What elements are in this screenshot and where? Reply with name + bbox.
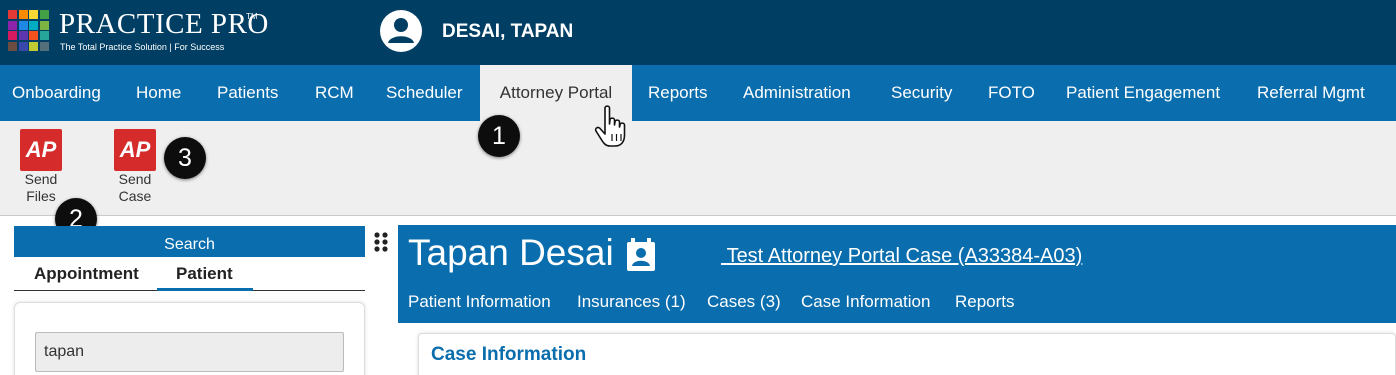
nav-item-home[interactable]: Home [124, 65, 193, 121]
logo-tile [39, 31, 49, 40]
main-nav: Onboarding Home Patients RCM Scheduler A… [0, 65, 1396, 121]
logo-tile [18, 41, 28, 51]
logo-tagline: The Total Practice Solution | For Succes… [60, 42, 225, 52]
module-toolbar: AP Send Files AP Send Case [0, 121, 1396, 216]
logo-tile [39, 20, 49, 30]
tab-patient[interactable]: Patient [176, 262, 233, 290]
logo-tile [39, 41, 49, 51]
drag-handle-icon[interactable] [371, 227, 391, 257]
logo-tile [18, 31, 28, 40]
logo-tile [8, 41, 17, 51]
logo-tile [8, 31, 17, 40]
nav-item-security[interactable]: Security [879, 65, 964, 121]
practice-pro-logo[interactable]: PRACTICE PRO TM The Total Practice Solut… [8, 8, 268, 58]
callout-badge-1: 1 [478, 115, 520, 157]
active-tab-indicator [157, 288, 253, 291]
user-avatar-icon[interactable] [380, 10, 422, 52]
tab-reports[interactable]: Reports [955, 292, 1015, 312]
attorney-portal-icon: AP [114, 129, 156, 171]
logo-trademark: TM [246, 12, 258, 21]
logo-tile [39, 10, 49, 19]
tab-patient-information[interactable]: Patient Information [408, 292, 551, 312]
search-panel-header[interactable]: Search [14, 226, 365, 257]
nav-item-rcm[interactable]: RCM [303, 65, 366, 121]
send-case-label-line2: Case [118, 188, 152, 204]
case-information-title: Case Information [431, 344, 587, 365]
nav-item-administration[interactable]: Administration [731, 65, 863, 121]
logo-tile [29, 41, 38, 51]
send-case-label-line1: Send [118, 171, 152, 187]
nav-item-patients[interactable]: Patients [205, 65, 290, 121]
send-case-button[interactable]: AP Send Case [105, 129, 165, 205]
nav-item-foto[interactable]: FOTO [976, 65, 1047, 121]
logo-mosaic-icon [8, 10, 52, 52]
nav-item-referral-mgmt[interactable]: Referral Mgmt [1245, 65, 1377, 121]
logo-tile [18, 10, 28, 19]
nav-item-reports[interactable]: Reports [636, 65, 720, 121]
logo-title: PRACTICE PRO [59, 8, 269, 40]
logo-tile [29, 20, 38, 30]
logo-tile [18, 20, 28, 30]
case-link[interactable]: Test Attorney Portal Case (A33384-A03) [721, 245, 1083, 268]
patient-search-input[interactable] [35, 332, 344, 372]
attorney-portal-icon: AP [20, 129, 62, 171]
tab-appointment[interactable]: Appointment [34, 262, 139, 290]
send-files-button[interactable]: AP Send Files [11, 129, 71, 205]
nav-item-onboarding[interactable]: Onboarding [0, 65, 113, 121]
logo-tile [8, 20, 17, 30]
hand-pointer-icon [594, 105, 626, 147]
logo-tile [29, 31, 38, 40]
logo-tile [8, 10, 17, 19]
patient-name: Tapan Desai [408, 232, 614, 273]
tab-case-information[interactable]: Case Information [801, 292, 930, 312]
contact-card-icon[interactable] [626, 238, 656, 272]
user-name[interactable]: DESAI, TAPAN [442, 21, 573, 43]
tab-insurances[interactable]: Insurances (1) [577, 292, 686, 312]
app-header: PRACTICE PRO TM The Total Practice Solut… [0, 0, 1396, 65]
callout-badge-3: 3 [164, 137, 206, 179]
nav-item-scheduler[interactable]: Scheduler [374, 65, 475, 121]
logo-tile [29, 10, 38, 19]
tab-cases[interactable]: Cases (3) [707, 292, 781, 312]
case-link-text: Test Attorney Portal Case (A33384-A03) [726, 245, 1083, 267]
send-files-label-line1: Send [24, 171, 58, 187]
nav-item-patient-engagement[interactable]: Patient Engagement [1054, 65, 1232, 121]
